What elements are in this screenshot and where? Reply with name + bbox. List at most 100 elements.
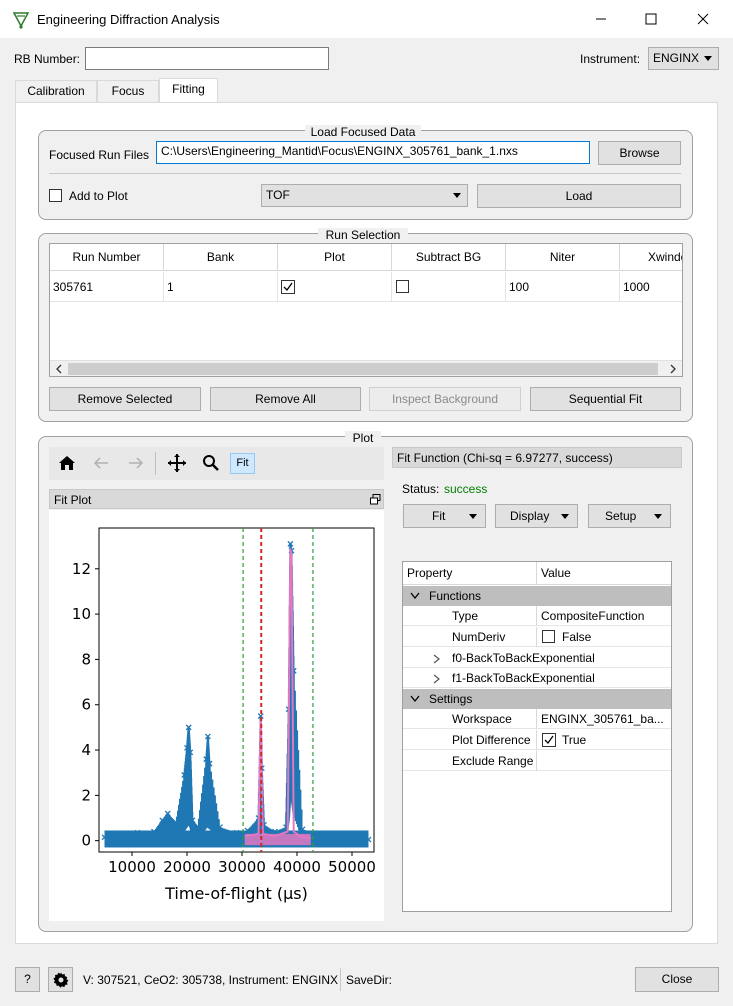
sequential-fit-button[interactable]: Sequential Fit — [530, 387, 681, 411]
chevron-right-icon[interactable] — [433, 654, 441, 664]
fit-plot-dock-header: Fit Plot — [49, 489, 384, 509]
property-row-workspace[interactable]: Workspace ENGINX_305761_ba... — [403, 709, 671, 729]
status-info: V: 307521, CeO2: 305738, Instrument: ENG… — [83, 973, 339, 987]
minimize-icon — [596, 18, 606, 20]
instrument-select[interactable]: ENGINX — [648, 47, 719, 70]
setup-menu-button[interactable]: Setup — [588, 504, 671, 528]
float-window-icon[interactable] — [370, 494, 381, 505]
tab-calibration[interactable]: Calibration — [15, 80, 97, 103]
rb-number-input[interactable] — [85, 47, 329, 70]
column-header-xwindow[interactable]: Xwindow — [620, 244, 682, 271]
chevron-down-icon[interactable] — [410, 695, 420, 703]
zoom-icon[interactable] — [202, 454, 220, 472]
column-divider — [536, 627, 537, 647]
close-window-button[interactable] — [680, 6, 726, 32]
forward-arrow-icon[interactable] — [128, 456, 144, 470]
rb-number-label: RB Number: — [14, 52, 81, 66]
cell-niter[interactable]: 100 — [506, 272, 620, 302]
column-header-bank[interactable]: Bank — [164, 244, 278, 271]
column-header-plot[interactable]: Plot — [278, 244, 392, 271]
data-baseline-band — [104, 830, 369, 848]
inspect-background-button[interactable]: Inspect Background — [369, 387, 521, 411]
plot-difference-checkbox[interactable] — [542, 733, 556, 747]
x-tick-label: 40000 — [273, 858, 321, 876]
unit-select[interactable]: TOF — [261, 184, 468, 207]
instrument-value: ENGINX — [653, 51, 700, 65]
subtract-bg-checkbox[interactable] — [396, 280, 409, 293]
fit-plot-chart[interactable]: 10000 20000 30000 40000 50000 0 2 4 6 8 10 12 Time-o… — [49, 510, 384, 921]
column-header-niter[interactable]: Niter — [506, 244, 620, 271]
cell-plot[interactable] — [278, 272, 392, 302]
remove-all-button[interactable]: Remove All — [210, 387, 361, 411]
property-browser: Property Value Functions Type CompositeF… — [402, 561, 672, 912]
y-tick-label: 10 — [72, 605, 91, 623]
plot-toolbar: Fit — [49, 447, 384, 480]
add-to-plot-checkbox[interactable] — [49, 189, 62, 202]
focused-run-files-input[interactable]: C:\Users\Engineering_Mantid\Focus\ENGINX… — [156, 141, 590, 164]
focused-run-files-label: Focused Run Files — [49, 148, 150, 162]
plot-frame — [98, 527, 375, 853]
fit-toggle-button[interactable]: Fit — [230, 453, 255, 474]
workspace-value[interactable]: ENGINX_305761_ba... — [541, 709, 669, 729]
property-row-exclude-range[interactable]: Exclude Range — [403, 751, 671, 771]
horizontal-scrollbar[interactable] — [50, 360, 682, 376]
run-selection-title: Run Selection — [318, 228, 408, 242]
exclude-range-label: Exclude Range — [452, 754, 534, 768]
tab-fitting[interactable]: Fitting — [159, 78, 218, 104]
chevron-down-icon — [704, 56, 712, 61]
display-menu-button[interactable]: Display — [495, 504, 578, 528]
settings-category[interactable]: Settings — [403, 689, 671, 709]
scroll-left-icon[interactable] — [54, 364, 64, 374]
property-row-plot-difference[interactable]: Plot Difference True — [403, 730, 671, 750]
property-column-header[interactable]: Property — [407, 562, 452, 585]
column-divider — [536, 562, 537, 585]
run-table: Run Number Bank Plot Subtract BG Niter X… — [49, 243, 683, 377]
fit-series-band — [244, 833, 311, 846]
plot-checkbox-checked[interactable] — [281, 280, 295, 294]
home-icon[interactable] — [58, 455, 76, 471]
functions-category[interactable]: Functions — [403, 586, 671, 606]
maximize-button[interactable] — [628, 6, 674, 32]
pan-icon[interactable] — [167, 453, 187, 473]
help-button[interactable]: ? — [15, 967, 40, 992]
numderiv-checkbox[interactable] — [542, 630, 555, 643]
x-tick-label: 10000 — [108, 858, 156, 876]
scrollbar-thumb[interactable] — [68, 363, 658, 375]
settings-button[interactable] — [48, 967, 73, 992]
chevron-right-icon[interactable] — [433, 674, 441, 684]
property-row-numderiv[interactable]: NumDeriv False — [403, 627, 671, 647]
chevron-down-icon — [654, 514, 662, 519]
minimize-button[interactable] — [578, 6, 624, 32]
y-tick-label: 12 — [72, 560, 91, 578]
status-label: Status: — [402, 482, 440, 496]
scroll-right-icon[interactable] — [668, 364, 678, 374]
property-row-f0[interactable]: f0-BackToBackExponential — [403, 648, 671, 668]
property-row-f1[interactable]: f1-BackToBackExponential — [403, 668, 671, 688]
cell-bank[interactable]: 1 — [164, 272, 278, 302]
value-column-header[interactable]: Value — [541, 562, 571, 585]
tab-focus[interactable]: Focus — [97, 80, 159, 103]
chevron-down-icon[interactable] — [410, 592, 420, 600]
cell-subtract-bg[interactable] — [392, 272, 506, 302]
setup-menu-label: Setup — [605, 509, 637, 523]
close-button[interactable]: Close — [635, 967, 719, 992]
title-bar: Engineering Diffraction Analysis — [0, 0, 733, 38]
column-divider — [536, 606, 537, 626]
x-tick-label: 50000 — [328, 858, 376, 876]
remove-selected-button[interactable]: Remove Selected — [49, 387, 201, 411]
back-arrow-icon[interactable] — [93, 456, 109, 470]
browse-button[interactable]: Browse — [598, 141, 681, 165]
fit-menu-button[interactable]: Fit — [403, 504, 486, 528]
divider — [49, 173, 681, 174]
type-value[interactable]: CompositeFunction — [541, 606, 644, 626]
numderiv-label: NumDeriv — [452, 630, 506, 644]
column-header-subtract-bg[interactable]: Subtract BG — [392, 244, 506, 271]
cell-run-number[interactable]: 305761 — [50, 272, 164, 302]
load-button[interactable]: Load — [477, 184, 681, 208]
property-row-type[interactable]: Type CompositeFunction — [403, 606, 671, 626]
window-title: Engineering Diffraction Analysis — [37, 12, 220, 27]
savedir-label: SaveDir: — [346, 973, 393, 987]
fit-plot-area[interactable]: 10000 20000 30000 40000 50000 0 2 4 6 8 10 12 Time-o… — [49, 510, 384, 921]
column-header-run-number[interactable]: Run Number — [50, 244, 164, 271]
cell-xwindow[interactable]: 1000 — [620, 272, 682, 302]
